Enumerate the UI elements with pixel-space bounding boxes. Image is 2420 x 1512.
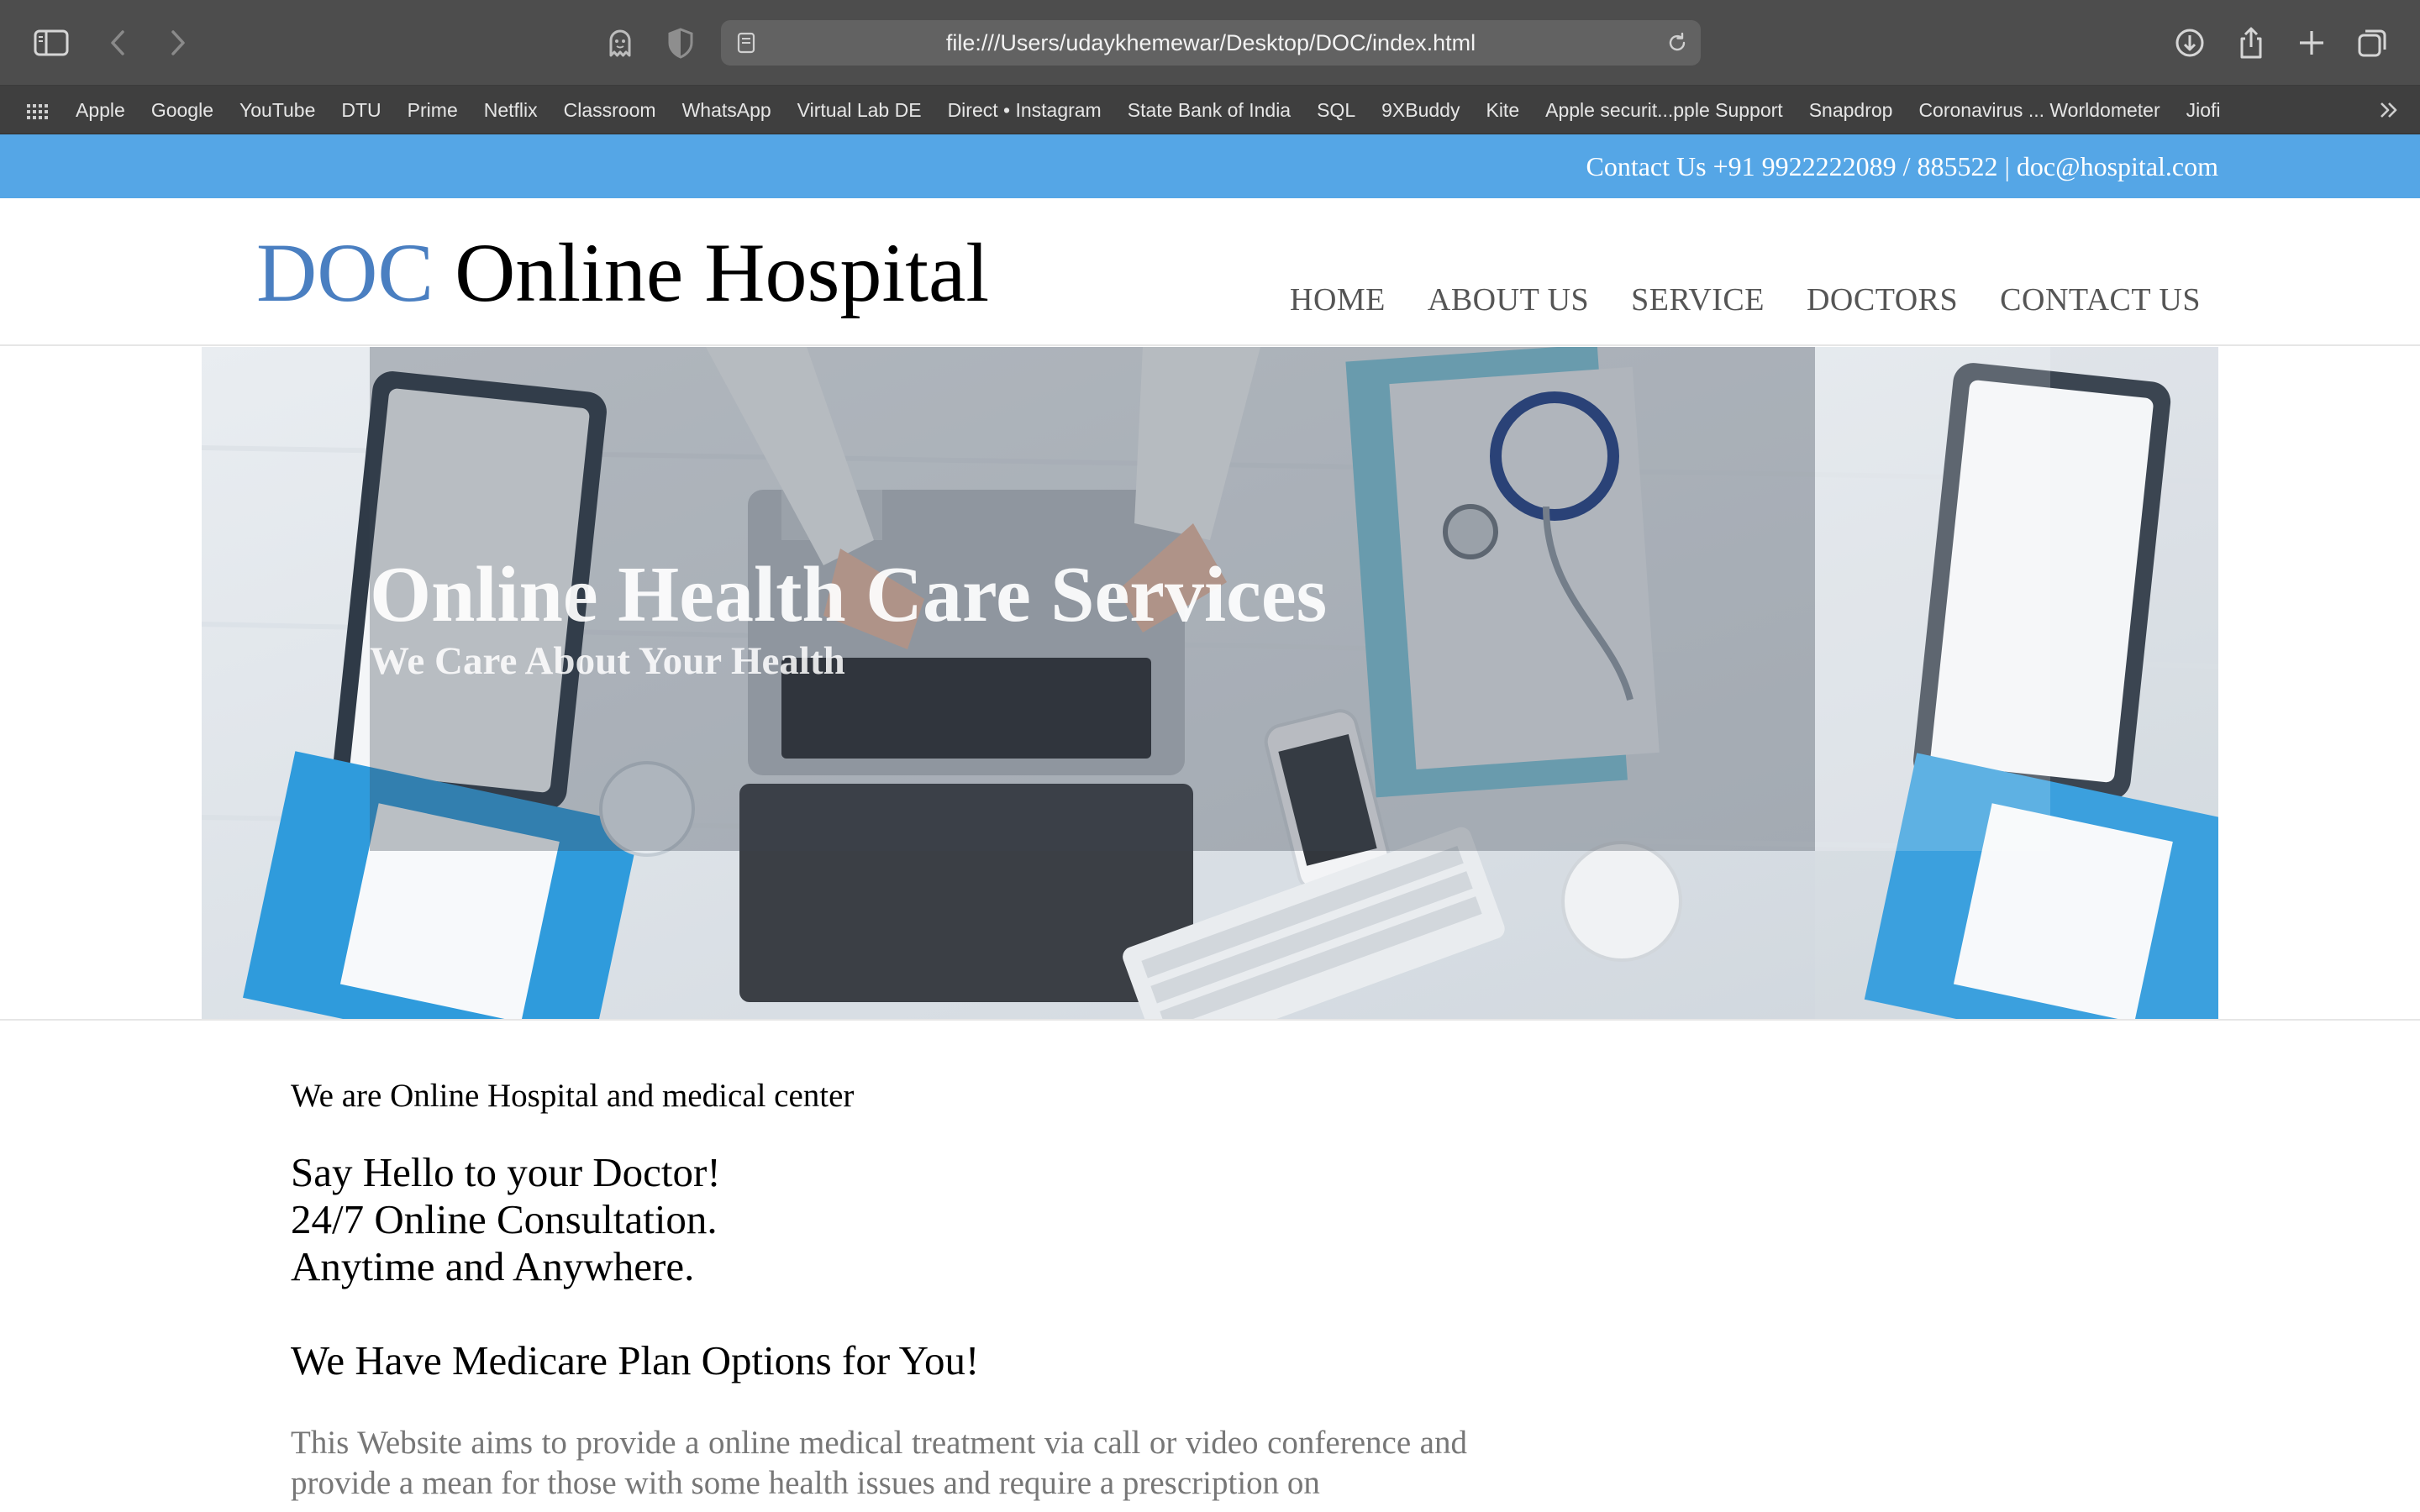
plans-heading: We Have Medicare Plan Options for You! bbox=[291, 1337, 980, 1383]
hello-line: 24/7 Online Consultation. bbox=[291, 1196, 718, 1242]
download-icon[interactable] bbox=[2170, 24, 2209, 62]
divider bbox=[0, 1019, 2420, 1021]
bookmark-item[interactable]: DTU bbox=[341, 99, 381, 122]
back-arrow-icon[interactable] bbox=[99, 24, 138, 62]
bookmark-item[interactable]: Netflix bbox=[484, 99, 538, 122]
bookmark-item[interactable]: Prime bbox=[408, 99, 458, 122]
hero-banner: Online Health Care Services We Care Abou… bbox=[202, 347, 2218, 1019]
bookmark-item[interactable]: Classroom bbox=[564, 99, 656, 122]
nav-contact-us[interactable]: CONTACT US bbox=[2000, 279, 2201, 321]
hello-line: Anytime and Anywhere. bbox=[291, 1243, 695, 1289]
browser-toolbar: file:///Users/udaykhemewar/Desktop/DOC/i… bbox=[0, 0, 2420, 86]
bookmark-item[interactable]: WhatsApp bbox=[682, 99, 771, 122]
nav-doctors[interactable]: DOCTORS bbox=[1807, 279, 1958, 321]
contact-info: Contact Us +91 9922222089 / 885522 | doc… bbox=[1586, 151, 2218, 181]
chevrons-right-icon[interactable] bbox=[2375, 96, 2403, 124]
ghost-icon[interactable] bbox=[601, 24, 639, 62]
nav-service[interactable]: SERVICE bbox=[1631, 279, 1765, 321]
hello-line: Say Hello to your Doctor! bbox=[291, 1149, 721, 1195]
bookmark-item[interactable]: State Bank of India bbox=[1128, 99, 1291, 122]
brand-name: Online Hospital bbox=[434, 226, 990, 319]
hello-block: Say Hello to your Doctor! 24/7 Online Co… bbox=[291, 1149, 1467, 1290]
hero-caption: Online Health Care Services We Care Abou… bbox=[370, 549, 1327, 686]
main-content: We are Online Hospital and medical cente… bbox=[291, 1075, 1467, 1504]
url-text[interactable]: file:///Users/udaykhemewar/Desktop/DOC/i… bbox=[771, 20, 1650, 66]
bookmark-item[interactable]: Virtual Lab DE bbox=[797, 99, 922, 122]
bookmark-item[interactable]: Jiofi bbox=[2186, 99, 2221, 122]
plus-icon[interactable] bbox=[2292, 24, 2331, 62]
sidebar-icon[interactable] bbox=[32, 24, 71, 62]
bookmark-item[interactable]: Apple securit...pple Support bbox=[1545, 99, 1783, 122]
bookmark-item[interactable]: Apple bbox=[76, 99, 125, 122]
intro-text: We are Online Hospital and medical cente… bbox=[291, 1078, 855, 1114]
hero-title: Online Health Care Services bbox=[370, 551, 1328, 638]
site-logo[interactable]: DOC Online Hospital bbox=[256, 227, 989, 319]
bookmark-item[interactable]: Direct • Instagram bbox=[948, 99, 1102, 122]
bookmark-list: Apple Google YouTube DTU Prime Netflix C… bbox=[76, 86, 2221, 134]
nav-about-us[interactable]: ABOUT US bbox=[1428, 279, 1589, 321]
bookmark-item[interactable]: SQL bbox=[1317, 99, 1355, 122]
contact-topbar: Contact Us +91 9922222089 / 885522 | doc… bbox=[0, 134, 2420, 198]
page-icon bbox=[737, 32, 755, 54]
hero-subtitle: We Care About Your Health bbox=[370, 639, 845, 683]
nav-home[interactable]: HOME bbox=[1290, 279, 1386, 321]
bookmark-item[interactable]: Kite bbox=[1486, 99, 1519, 122]
reload-icon[interactable] bbox=[1665, 31, 1689, 55]
bookmark-item[interactable]: 9XBuddy bbox=[1381, 99, 1460, 122]
bookmark-item[interactable]: Coronavirus ... Worldometer bbox=[1918, 99, 2160, 122]
tab-overview-icon[interactable] bbox=[2353, 24, 2391, 62]
brand-accent: DOC bbox=[256, 226, 434, 319]
description-text: This Website aims to provide a online me… bbox=[291, 1425, 1467, 1501]
site-header: DOC Online Hospital HOME ABOUT US SERVIC… bbox=[0, 198, 2420, 346]
bookmark-item[interactable]: YouTube bbox=[239, 99, 315, 122]
main-nav: HOME ABOUT US SERVICE DOCTORS CONTACT US bbox=[1290, 279, 2201, 321]
grid-icon[interactable] bbox=[25, 99, 49, 123]
bookmark-item[interactable]: Snapdrop bbox=[1809, 99, 1893, 122]
forward-arrow-icon[interactable] bbox=[158, 24, 197, 62]
shield-icon[interactable] bbox=[661, 24, 700, 62]
address-bar[interactable]: file:///Users/udaykhemewar/Desktop/DOC/i… bbox=[721, 20, 1701, 66]
bookmark-item[interactable]: Google bbox=[151, 99, 213, 122]
bookmarks-bar: Apple Google YouTube DTU Prime Netflix C… bbox=[0, 86, 2420, 134]
share-icon[interactable] bbox=[2232, 24, 2270, 62]
